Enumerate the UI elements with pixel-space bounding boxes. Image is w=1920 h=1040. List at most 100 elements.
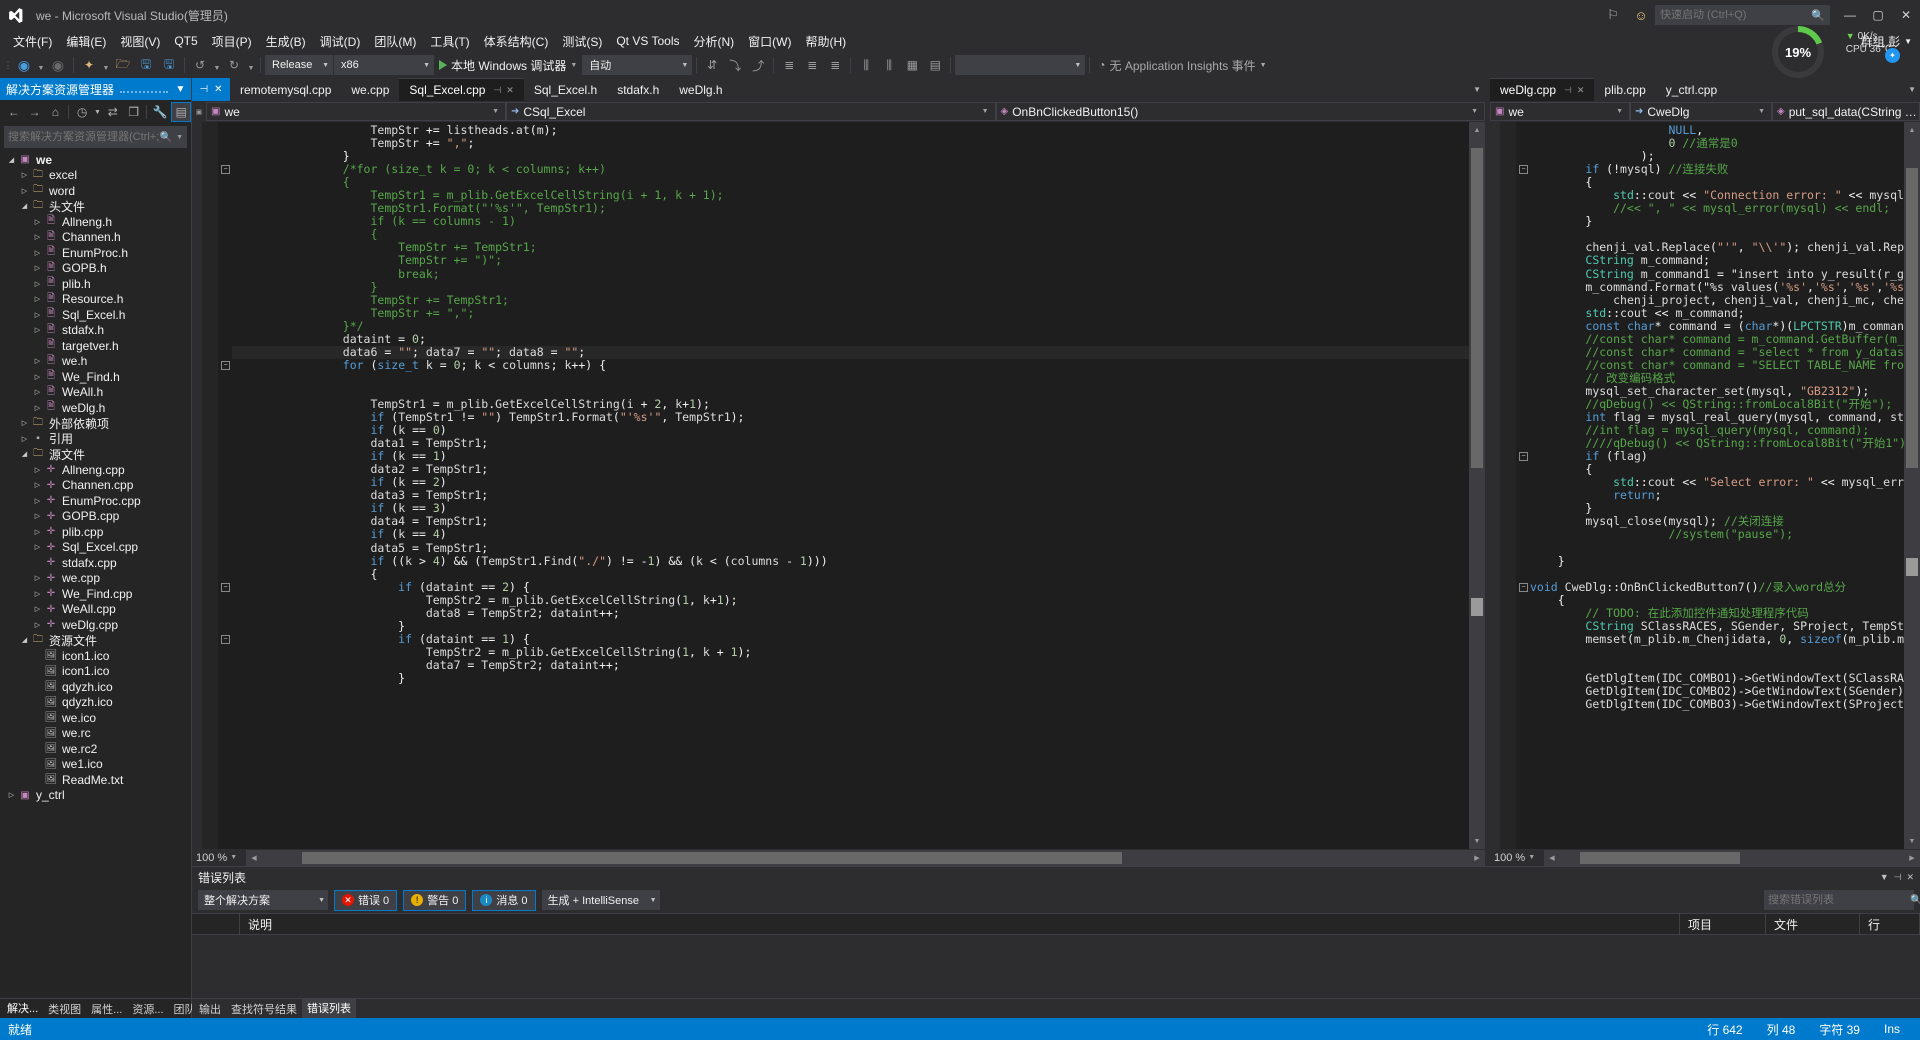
scroll-track[interactable]: [1469, 138, 1485, 833]
minimize-button[interactable]: —: [1836, 0, 1864, 30]
cpu-usage-gauge[interactable]: 19%: [1772, 26, 1824, 78]
chevron-down-icon[interactable]: ▼: [246, 54, 256, 76]
fold-toggle-icon[interactable]: −: [1519, 582, 1528, 592]
project-combo-right[interactable]: ▣ we ▼: [1490, 102, 1630, 121]
menu-qt-vs-tools[interactable]: Qt VS Tools: [609, 32, 686, 50]
scroll-left-icon[interactable]: ◀: [246, 849, 262, 866]
code-line[interactable]: if ((k > 4) && (TempStr1.Find("./") != -…: [232, 554, 1469, 568]
chevron-collapsed-icon[interactable]: ▷: [32, 466, 43, 474]
code-line[interactable]: data7 = TempStr2; dataint++;: [232, 658, 1469, 672]
tab-sql-excel-cpp[interactable]: Sql_Excel.cpp ⊣ ✕: [399, 78, 524, 101]
redo-icon[interactable]: ↻: [223, 54, 245, 76]
pin-icon[interactable]: ⊣: [199, 84, 208, 95]
member-combo-left[interactable]: ◈ OnBnClickedButton15() ▼: [995, 102, 1485, 121]
class-combo-left[interactable]: ➜ CSql_Excel ▼: [506, 102, 996, 121]
tree-item-[interactable]: ▷ ▪ 引用: [0, 431, 191, 447]
close-icon[interactable]: ✕: [214, 84, 222, 95]
step-out-icon[interactable]: ⤴: [747, 54, 769, 76]
chevron-down-icon[interactable]: ▼: [172, 134, 183, 141]
tab-output[interactable]: 输出: [194, 999, 226, 1019]
tab-we-cpp[interactable]: we.cpp: [341, 78, 400, 101]
chevron-collapsed-icon[interactable]: ▷: [6, 791, 17, 799]
chevron-collapsed-icon[interactable]: ▷: [32, 528, 43, 536]
undo-icon[interactable]: ↺: [189, 54, 211, 76]
tree-item-qdyzhico[interactable]: 🖼 qdyzh.ico: [0, 679, 191, 695]
chevron-collapsed-icon[interactable]: ▷: [32, 605, 43, 613]
open-file-icon[interactable]: 🗁: [112, 54, 134, 76]
chevron-expanded-icon[interactable]: ◢: [19, 450, 30, 458]
close-button[interactable]: ✕: [1892, 0, 1920, 30]
align-center-icon[interactable]: ≣: [801, 54, 823, 76]
chevron-collapsed-icon[interactable]: ▷: [32, 404, 43, 412]
chevron-collapsed-icon[interactable]: ▷: [32, 295, 43, 303]
menu-edit[interactable]: 编辑(E): [59, 31, 113, 52]
code-text-left[interactable]: TempStr += listheads.at(m); TempStr += "…: [232, 122, 1469, 849]
tree-item-excel[interactable]: ▷ 🗀 excel: [0, 168, 191, 184]
debug-target-combo[interactable]: 自动 ▼: [582, 55, 693, 75]
tree-item-allnengcpp[interactable]: ▷ ✛ Allneng.cpp: [0, 462, 191, 478]
member-combo-right[interactable]: ◈ put_sql_data(CString che: [1772, 102, 1920, 121]
menu-qt5[interactable]: QT5: [167, 32, 204, 50]
solution-platform-combo[interactable]: x86 ▼: [334, 55, 434, 75]
chevron-down-icon[interactable]: ▼: [318, 897, 325, 904]
menu-window[interactable]: 窗口(W): [741, 31, 798, 52]
chevron-collapsed-icon[interactable]: ▷: [32, 218, 43, 226]
fold-toggle-icon[interactable]: −: [1519, 452, 1528, 462]
chevron-down-icon[interactable]: ▼: [978, 108, 993, 115]
indicator-margin-right[interactable]: [1500, 122, 1516, 849]
tree-item-y_ctrl[interactable]: ▷ ▣ y_ctrl: [0, 788, 191, 804]
tab-find-symbol-results[interactable]: 查找符号结果: [226, 999, 302, 1019]
pin-icon[interactable]: ⊣: [1894, 872, 1902, 883]
fold-margin-right[interactable]: − − −: [1516, 122, 1530, 849]
tree-item-we_findcpp[interactable]: ▷ ✛ We_Find.cpp: [0, 586, 191, 602]
size-width-icon[interactable]: ▤: [924, 54, 946, 76]
sync-icon[interactable]: ⇄: [103, 102, 123, 122]
zoom-level-left[interactable]: 100 % ▼: [192, 852, 246, 864]
chevron-expanded-icon[interactable]: ◢: [19, 636, 30, 644]
tree-item-[interactable]: ◢ 🗀 资源文件: [0, 633, 191, 649]
tree-item-wecpp[interactable]: ▷ ✛ we.cpp: [0, 571, 191, 587]
chevron-down-icon[interactable]: ▼: [1467, 108, 1482, 115]
code-line[interactable]: [1530, 542, 1904, 555]
scroll-left-icon[interactable]: ◀: [1544, 849, 1560, 866]
tree-item-we1ico[interactable]: 🖼 we1.ico: [0, 757, 191, 773]
split-view-handle[interactable]: ▣: [192, 101, 206, 122]
tree-item-werc[interactable]: 🖼 we.rc: [0, 726, 191, 742]
fold-toggle-icon[interactable]: −: [1519, 165, 1528, 175]
tree-item-readmetxt[interactable]: 🖼 ReadMe.txt: [0, 772, 191, 788]
chevron-down-icon[interactable]: ▼: [230, 854, 237, 861]
collapse-all-icon[interactable]: ❐: [124, 102, 144, 122]
scroll-down-icon[interactable]: ▼: [1904, 833, 1920, 849]
pin-icon[interactable]: ⊣: [1564, 85, 1572, 96]
error-list-rows[interactable]: [192, 935, 1920, 998]
code-line[interactable]: GetDlgItem(IDC_COMBO3)->GetWindowText(SP…: [1530, 698, 1904, 711]
quick-launch-input[interactable]: [1660, 9, 1812, 21]
code-line[interactable]: break;: [232, 267, 1469, 281]
app-insights-button[interactable]: ◔ 无 Application Insights 事件 ▼: [1094, 57, 1270, 74]
quick-launch-box[interactable]: 🔍: [1655, 5, 1830, 25]
tree-item-we_findh[interactable]: ▷ 🗎 We_Find.h: [0, 369, 191, 385]
tree-item-weallcpp[interactable]: ▷ ✛ WeAll.cpp: [0, 602, 191, 618]
tab-class-view[interactable]: 类视图: [43, 999, 86, 1019]
code-line[interactable]: if (dataint == 1) {: [232, 632, 1469, 646]
menu-tools[interactable]: 工具(T): [423, 31, 476, 52]
scroll-right-icon[interactable]: ▶: [1904, 849, 1920, 866]
code-line[interactable]: void CweDlg::OnBnClickedButton7()//录入wor…: [1530, 580, 1904, 594]
tree-item-word[interactable]: ▷ 🗀 word: [0, 183, 191, 199]
error-search-input[interactable]: [1768, 894, 1910, 906]
chevron-collapsed-icon[interactable]: ▷: [32, 233, 43, 241]
navigate-forward-icon[interactable]: ◉: [47, 54, 69, 76]
chevron-down-icon[interactable]: ▼: [1066, 62, 1081, 69]
tree-item-weh[interactable]: ▷ 🗎 we.h: [0, 354, 191, 370]
search-icon[interactable]: 🔍: [160, 132, 172, 143]
space-across-icon[interactable]: ⫼: [855, 54, 877, 76]
chevron-collapsed-icon[interactable]: ▷: [32, 497, 43, 505]
chevron-collapsed-icon[interactable]: ▷: [32, 326, 43, 334]
warnings-filter-button[interactable]: ! 警告 0: [403, 889, 467, 911]
tree-item-resourceh[interactable]: ▷ 🗎 Resource.h: [0, 292, 191, 308]
chevron-down-icon[interactable]: ▼: [1754, 108, 1769, 115]
chevron-collapsed-icon[interactable]: ▷: [32, 311, 43, 319]
forward-icon[interactable]: →: [25, 102, 45, 122]
menu-view[interactable]: 视图(V): [113, 31, 167, 52]
search-input[interactable]: [8, 131, 160, 143]
